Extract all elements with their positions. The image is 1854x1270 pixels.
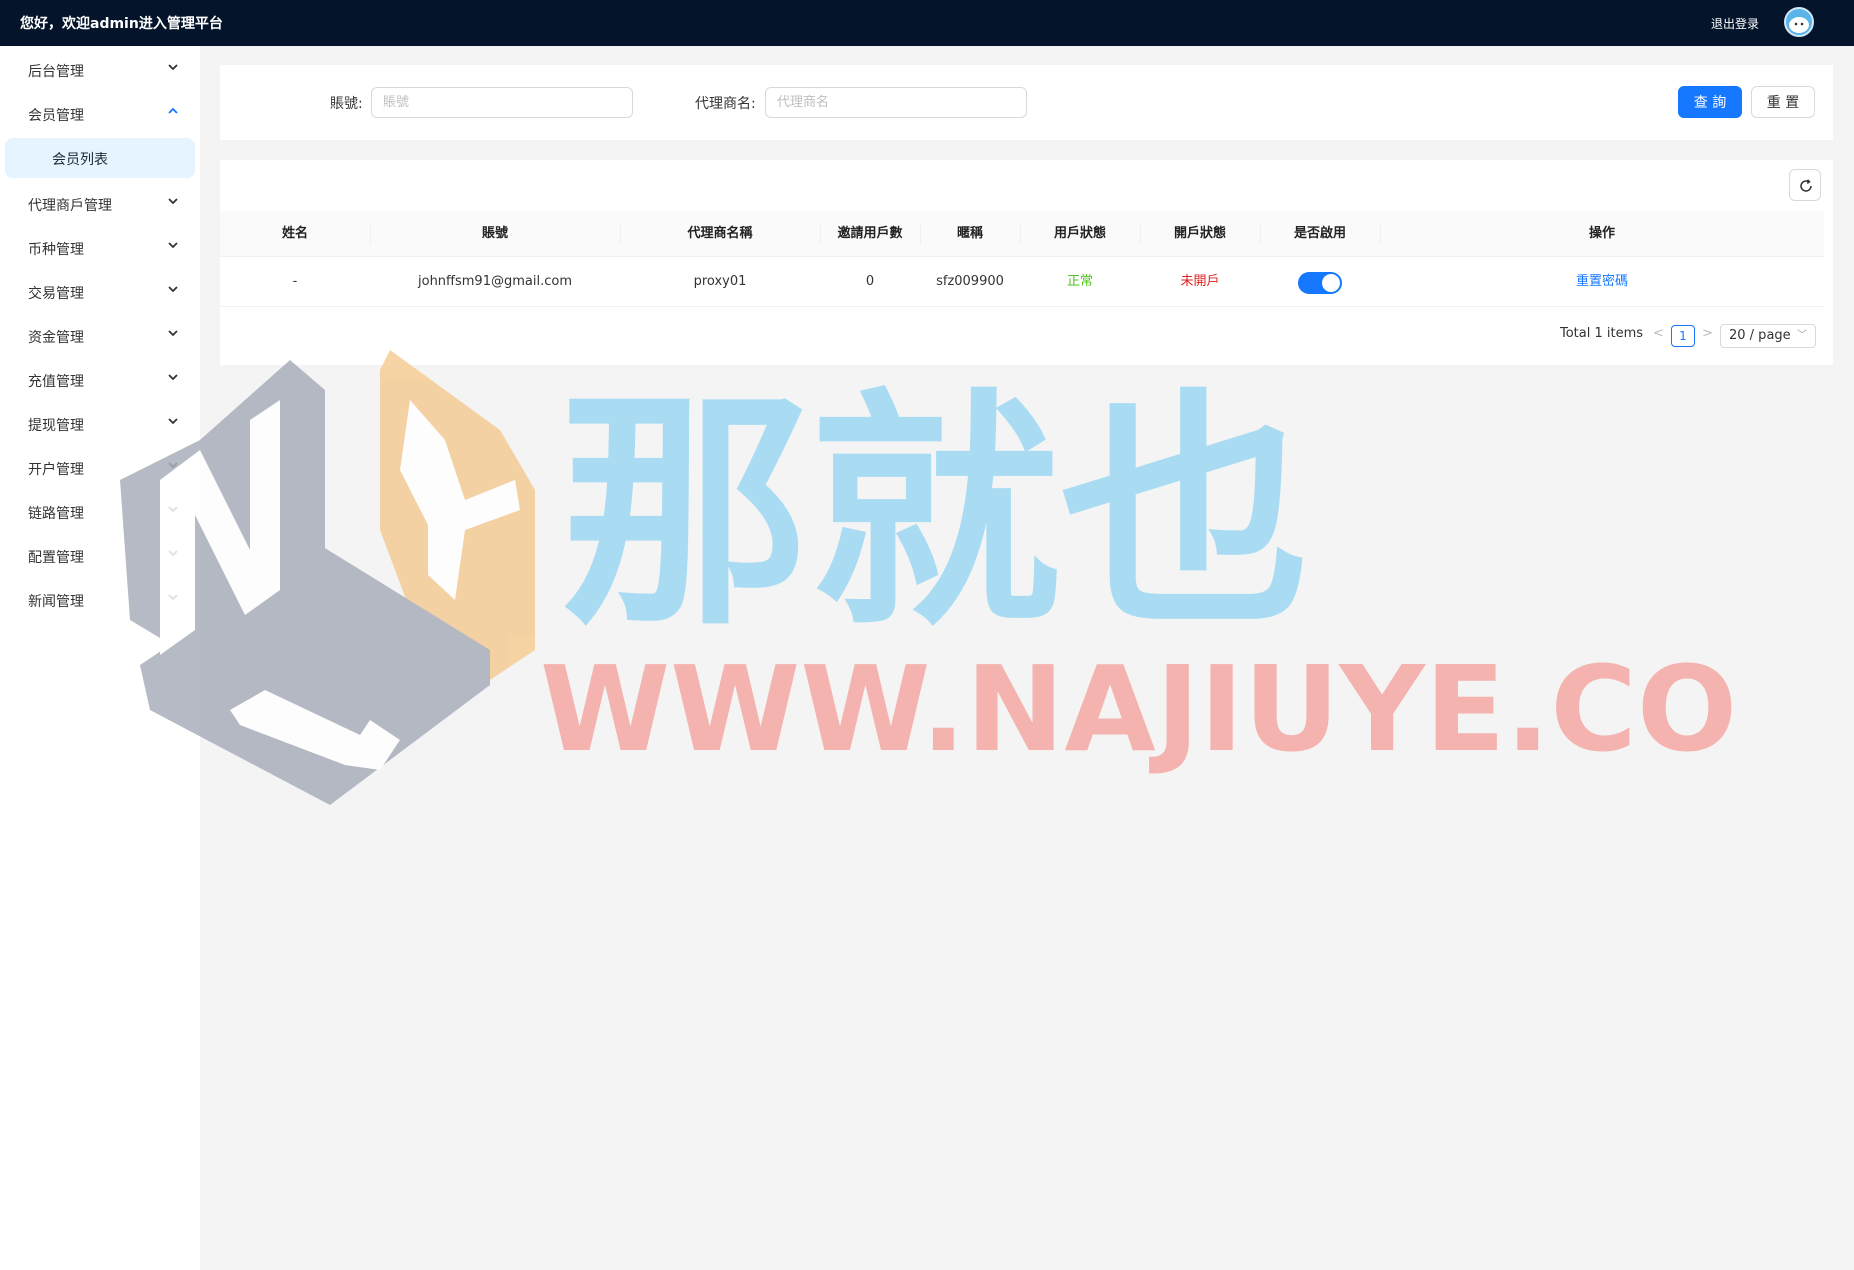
- column-header-enabled[interactable]: 是否啟用: [1260, 211, 1380, 257]
- cell-account: johnffsm91@gmail.com: [418, 274, 572, 289]
- sidebar-item-members[interactable]: 会员管理: [0, 94, 200, 134]
- agent-label: 代理商名:: [695, 96, 756, 112]
- sidebar-item-label: 配置管理: [28, 550, 84, 566]
- cell-invites: 0: [865, 274, 875, 289]
- sidebar-item-label: 资金管理: [28, 330, 84, 346]
- cell-nickname: sfz009900: [936, 274, 1004, 289]
- chevron-down-icon: [168, 462, 178, 469]
- sidebar-item-currency[interactable]: 币种管理: [0, 228, 200, 268]
- avatar[interactable]: [1784, 7, 1814, 37]
- chevron-down-icon: [168, 418, 178, 425]
- table-header: 姓名 賬號 代理商名稱 邀請用戶數 暱稱 用戶狀態 開戶狀態 是否啟用 操作: [220, 211, 1824, 257]
- pagination-total: Total 1 items: [1560, 326, 1644, 341]
- cell-name: -: [292, 274, 298, 289]
- welcome-text: 您好，欢迎admin进入管理平台: [20, 16, 223, 32]
- chevron-up-icon: [168, 107, 178, 114]
- sidebar-item-account-opening[interactable]: 开户管理: [0, 448, 200, 488]
- enabled-toggle[interactable]: [1298, 272, 1342, 294]
- avatar-icon: [1789, 17, 1809, 33]
- sidebar-item-label: 会员管理: [28, 108, 84, 124]
- table-row: - johnffsm91@gmail.com proxy01 0 sfz0099…: [220, 257, 1824, 307]
- chevron-down-icon: ﹀: [1797, 330, 1807, 341]
- cell-agent-name: proxy01: [693, 274, 747, 289]
- sidebar-item-trading[interactable]: 交易管理: [0, 272, 200, 312]
- sidebar-item-funds[interactable]: 资金管理: [0, 316, 200, 356]
- sidebar-item-recharge[interactable]: 充值管理: [0, 360, 200, 400]
- column-header-actions[interactable]: 操作: [1380, 211, 1824, 257]
- watermark-brand-text: 那就也: [560, 368, 1310, 659]
- sidebar-item-links[interactable]: 链路管理: [0, 492, 200, 532]
- pagination-page-1[interactable]: 1: [1671, 325, 1695, 347]
- account-label: 賬號:: [330, 96, 363, 112]
- sidebar-item-label: 提现管理: [28, 418, 84, 434]
- logout-link[interactable]: 退出登录: [1711, 15, 1759, 32]
- watermark-logo: 那就也 WWW.NAJIUYE.COM: [120, 350, 1740, 805]
- pagination-prev-button[interactable]: <: [1653, 326, 1664, 341]
- sidebar-item-news[interactable]: 新闻管理: [0, 580, 200, 620]
- chevron-down-icon: [168, 198, 178, 205]
- chevron-down-icon: [168, 594, 178, 601]
- sidebar-item-backend[interactable]: 后台管理: [0, 50, 200, 90]
- column-header-account[interactable]: 賬號: [370, 211, 620, 257]
- column-header-open-status[interactable]: 開戶狀態: [1140, 211, 1260, 257]
- sidebar-item-config[interactable]: 配置管理: [0, 536, 200, 576]
- reload-icon: [1800, 179, 1812, 192]
- sidebar-item-label: 交易管理: [28, 286, 84, 302]
- chevron-down-icon: [168, 64, 178, 71]
- column-header-user-status[interactable]: 用戶狀態: [1020, 211, 1140, 257]
- page-size-value: 20 / page: [1729, 328, 1791, 343]
- sidebar-subitem-member-list[interactable]: 会员列表: [5, 138, 195, 178]
- top-header: 您好，欢迎admin进入管理平台 退出登录: [0, 0, 1854, 46]
- toggle-knob: [1322, 274, 1340, 292]
- column-header-name[interactable]: 姓名: [220, 211, 370, 257]
- cell-open-status: 未開戶: [1180, 274, 1220, 289]
- query-button[interactable]: 查 詢: [1678, 86, 1742, 118]
- sidebar-item-label: 后台管理: [28, 64, 84, 80]
- agent-name-input[interactable]: [765, 87, 1027, 118]
- sidebar-item-agents[interactable]: 代理商戶管理: [0, 184, 200, 224]
- chevron-down-icon: [168, 506, 178, 513]
- sidebar: 后台管理 会员管理 会员列表 代理商戶管理 币种管理 交易管理 资金管理 充值管…: [0, 46, 200, 1270]
- reset-password-link[interactable]: 重置密碼: [1380, 257, 1824, 307]
- chevron-down-icon: [168, 374, 178, 381]
- watermark-url-text: WWW.NAJIUYE.COM: [540, 640, 1740, 778]
- cell-user-status: 正常: [1066, 274, 1093, 289]
- reset-button[interactable]: 重 置: [1751, 86, 1815, 118]
- column-header-nickname[interactable]: 暱稱: [920, 211, 1020, 257]
- sidebar-item-withdraw[interactable]: 提现管理: [0, 404, 200, 444]
- sidebar-item-label: 充值管理: [28, 374, 84, 390]
- sidebar-item-label: 币种管理: [28, 242, 84, 258]
- column-header-invites[interactable]: 邀請用戶數: [820, 211, 920, 257]
- chevron-down-icon: [168, 330, 178, 337]
- search-form: 賬號: 代理商名: 查 詢 重 置: [220, 65, 1833, 140]
- chevron-down-icon: [168, 242, 178, 249]
- sidebar-item-label: 新闻管理: [28, 594, 84, 610]
- chevron-down-icon: [168, 286, 178, 293]
- member-table-card: 姓名 賬號 代理商名稱 邀請用戶數 暱稱 用戶狀態 開戶狀態 是否啟用 操作 -…: [220, 160, 1833, 365]
- sidebar-item-label: 代理商戶管理: [28, 198, 112, 214]
- account-input[interactable]: [371, 87, 633, 118]
- sidebar-item-label: 链路管理: [28, 506, 84, 522]
- pagination-next-button[interactable]: >: [1702, 326, 1713, 341]
- sidebar-item-label: 开户管理: [28, 462, 84, 478]
- sidebar-subitem-label: 会员列表: [52, 152, 108, 168]
- column-header-agent-name[interactable]: 代理商名稱: [620, 211, 820, 257]
- page-size-select[interactable]: 20 / page ﹀: [1720, 324, 1816, 348]
- reload-button[interactable]: [1789, 169, 1821, 201]
- chevron-down-icon: [168, 550, 178, 557]
